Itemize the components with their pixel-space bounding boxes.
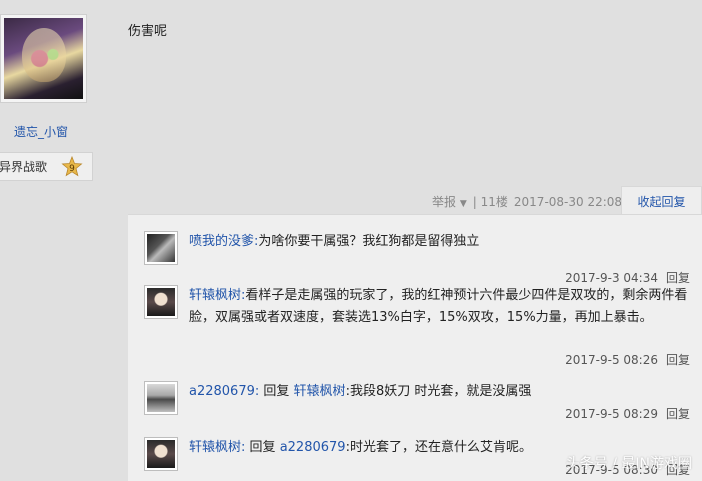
badge-level-text: 9 [69,164,75,174]
level-badge[interactable]: 异界战歌 9 [0,152,93,181]
username-link[interactable]: 遗忘_小窗 [14,123,68,140]
reply-target-link[interactable]: 轩辕枫树 [294,384,346,399]
comment-body: 轩辕枫树:看样子是走属强的玩家了，我的红神预计六件最少四件是双攻的，剩余两件看脸… [189,285,689,329]
comment-meta: 2017-9-5 08:26 回复 [565,351,690,368]
anime-girl-avatar-icon [4,18,83,99]
comment-meta: 2017-9-3 04:34 回复 [565,269,690,286]
collapse-replies-button[interactable]: 收起回复 [621,186,702,215]
comment-timestamp: 2017-9-5 08:26 [565,353,658,367]
comment-text: 为啥你要干属强？我红狗都是留得独立 [258,234,480,249]
comment-meta-row: 2017-9-5 08:26 回复 [144,351,690,371]
comment-body: 喷我的没爹:为啥你要干属强？我红狗都是留得独立 [189,231,689,253]
reply-link[interactable]: 回复 [666,271,690,285]
reply-word: 回复 [249,440,276,455]
badge-label: 异界战歌 [0,160,48,174]
comment-item: 喷我的没爹:为啥你要干属强？我红狗都是留得独立 2017-9-3 04:34 回复 [144,231,690,286]
user-avatar-icon [147,384,175,412]
comment-body: a2280679: 回复 轩辕枫树:我段8妖刀 时光套，就是没属强 [189,381,689,403]
commenter-name-link[interactable]: 喷我的没爹: [189,234,258,249]
floor-number: | 11楼 [472,195,508,209]
user-avatar[interactable] [0,14,87,103]
comments-panel: 喷我的没爹:为啥你要干属强？我红狗都是留得独立 2017-9-3 04:34 回复… [128,214,702,481]
comment-text: :时光套了，还在意什么艾肯呢。 [345,440,532,455]
report-link[interactable]: 举报 ▼ [432,193,467,210]
commenter-avatar[interactable] [144,285,178,319]
comment-text: :我段8妖刀 时光套，就是没属强 [345,384,532,399]
commenter-name-link[interactable]: 轩辕枫树: [189,288,245,303]
comment-timestamp: 2017-9-3 04:34 [565,271,658,285]
star-level-icon: 9 [61,156,83,177]
commenter-name-link[interactable]: a2280679: [189,384,259,399]
reply-link[interactable]: 回复 [666,407,690,421]
watermark-text: 头条号 / 最IN游戏圈 [565,456,692,472]
post-meta: 举报 ▼ | 11楼 2017-08-30 22:08 [432,193,622,210]
reply-word: 回复 [263,384,290,399]
user-avatar-icon [147,440,175,468]
comment-item: a2280679: 回复 轩辕枫树:我段8妖刀 时光套，就是没属强 2017-9… [144,381,690,433]
user-info-column: 遗忘_小窗 异界战歌 9 [0,0,110,481]
reply-target-link[interactable]: a2280679 [280,440,346,455]
commenter-avatar[interactable] [144,231,178,265]
comment-timestamp: 2017-9-5 08:29 [565,407,658,421]
reply-link[interactable]: 回复 [666,353,690,367]
commenter-name-link[interactable]: 轩辕枫树: [189,440,245,455]
chevron-down-icon: ▼ [459,199,467,209]
post-content: 伤害呢 [128,24,168,39]
user-avatar-icon [147,288,175,316]
commenter-avatar[interactable] [144,381,178,415]
comment-meta: 2017-9-5 08:29 回复 [565,405,690,422]
commenter-avatar[interactable] [144,437,178,471]
comment-text: 看样子是走属强的玩家了，我的红神预计六件最少四件是双攻的，剩余两件看脸，双属强或… [189,288,688,325]
post-timestamp: 2017-08-30 22:08 [513,194,623,209]
user-avatar-icon [147,234,175,262]
